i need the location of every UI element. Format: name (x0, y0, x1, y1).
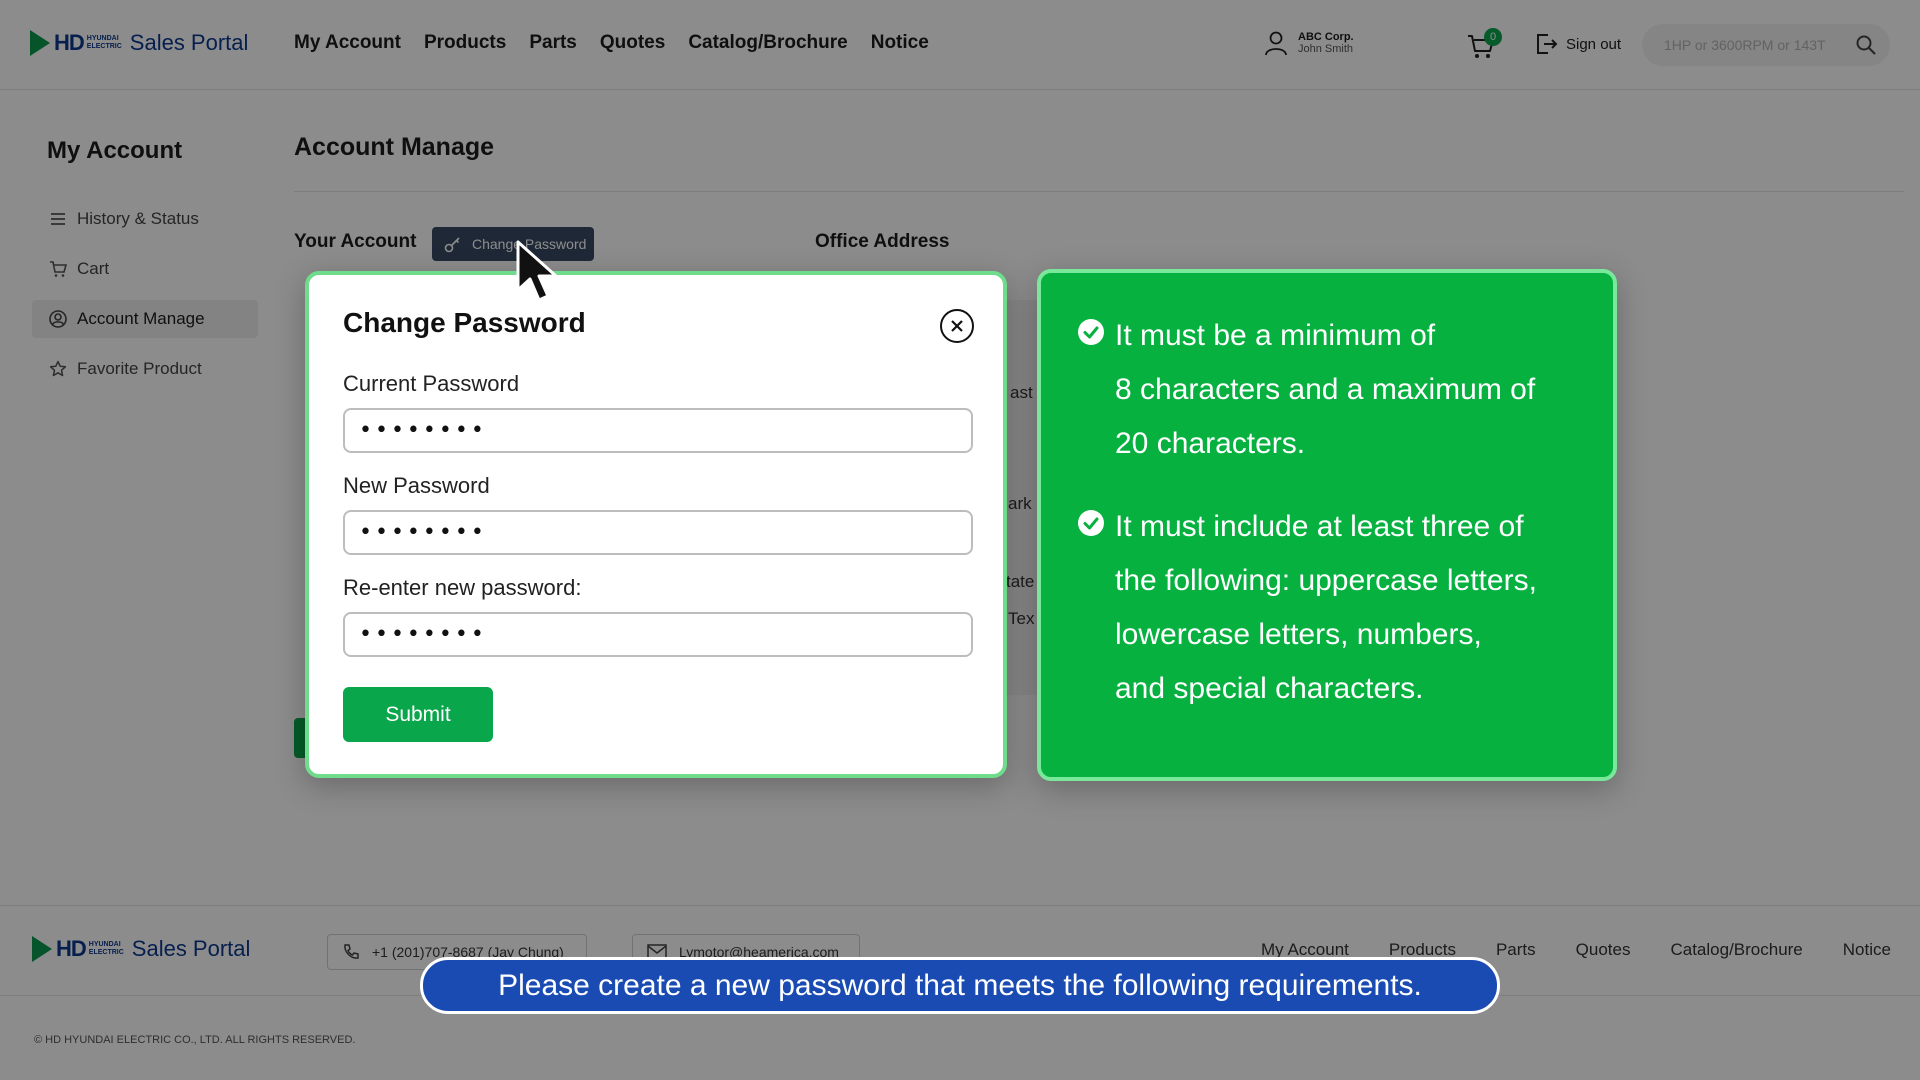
password-requirements-panel: It must be a minimum of 8 characters and… (1037, 269, 1617, 781)
confirm-password-input[interactable] (359, 622, 971, 647)
requirement-line: the following: uppercase letters, (1115, 564, 1537, 597)
new-password-label: New Password (343, 473, 490, 498)
requirement-line: It must include at least three of (1115, 510, 1524, 543)
requirement-text: It must be a minimum of 8 characters and… (1115, 309, 1535, 471)
modal-close-button[interactable] (940, 309, 974, 343)
requirement-line: 8 characters and a maximum of (1115, 373, 1536, 406)
check-circle-icon (1078, 510, 1104, 536)
close-icon (951, 320, 963, 332)
requirement-line: It must be a minimum of (1115, 319, 1436, 352)
tutorial-caption: Please create a new password that meets … (420, 957, 1500, 1014)
modal-title: Change Password (343, 307, 586, 338)
mouse-cursor-icon (516, 240, 558, 302)
new-password-field (343, 510, 973, 555)
requirement-item: It must include at least three of the fo… (1077, 500, 1537, 716)
change-password-modal: Change Password Current Password New Pas… (305, 271, 1007, 778)
requirement-text: It must include at least three of the fo… (1115, 500, 1537, 716)
confirm-password-label: Re-enter new password: (343, 575, 582, 600)
requirement-item: It must be a minimum of 8 characters and… (1077, 309, 1535, 471)
current-password-field (343, 408, 973, 453)
check-circle-icon (1078, 319, 1104, 345)
confirm-password-field (343, 612, 973, 657)
requirement-line: lowercase letters, numbers, (1115, 618, 1482, 651)
requirement-line: 20 characters. (1115, 427, 1306, 460)
new-password-input[interactable] (359, 520, 971, 545)
requirement-line: and special characters. (1115, 672, 1424, 705)
submit-button[interactable]: Submit (343, 687, 493, 742)
current-password-label: Current Password (343, 371, 520, 396)
current-password-input[interactable] (359, 418, 971, 443)
